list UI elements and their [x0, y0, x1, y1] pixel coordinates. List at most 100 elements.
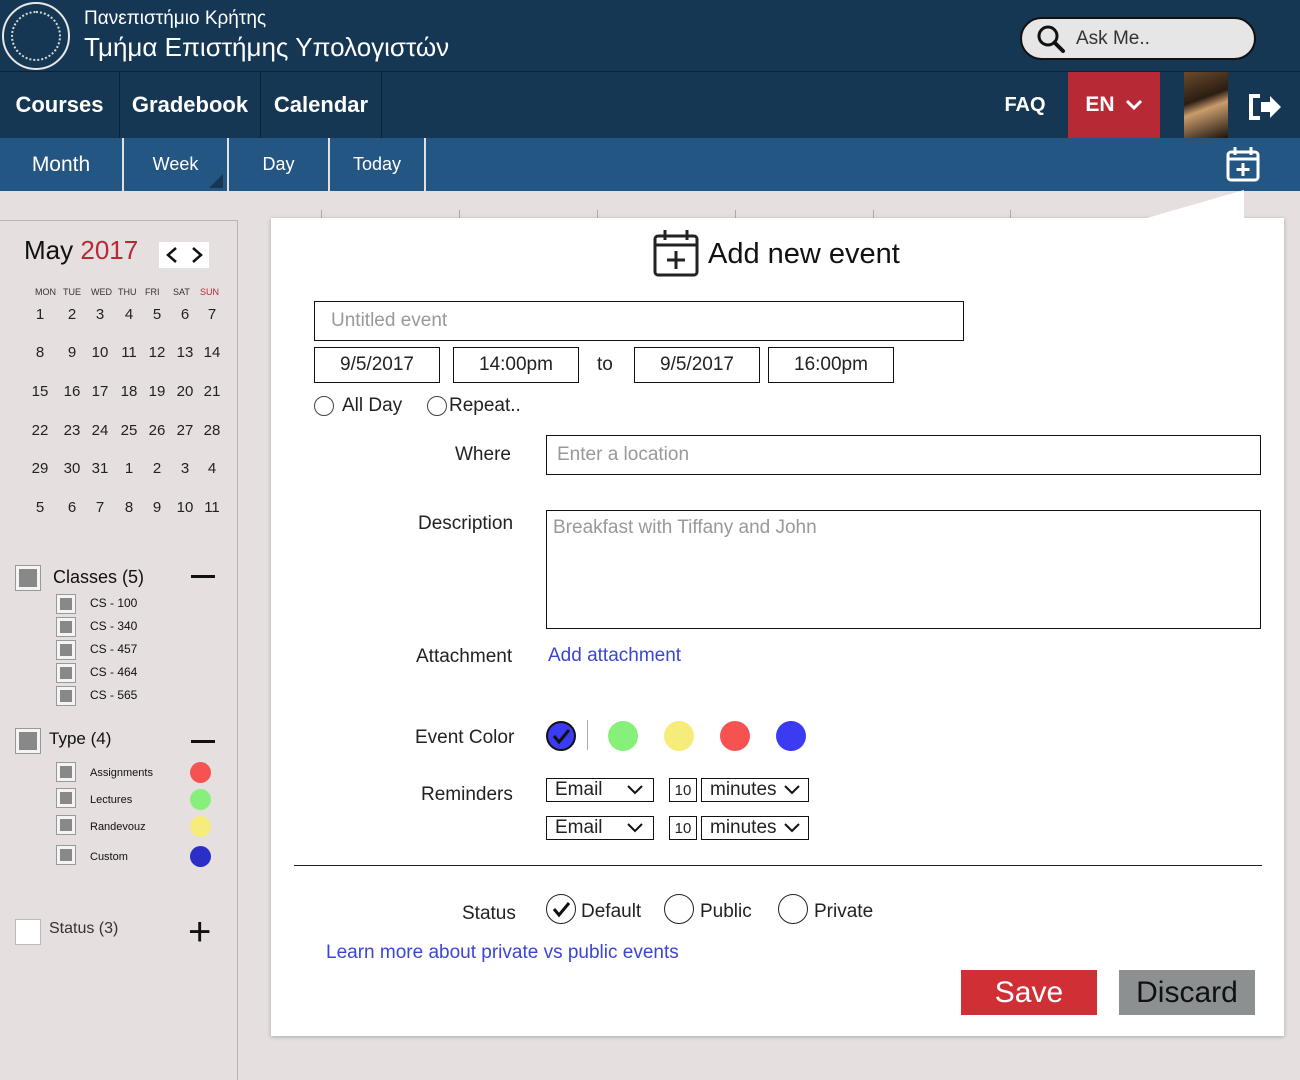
mini-calendar-day[interactable]: 27	[173, 422, 197, 439]
status-default-radio[interactable]	[546, 894, 576, 924]
mini-calendar-day[interactable]: 8	[117, 499, 141, 516]
university-logo[interactable]	[2, 2, 70, 70]
class-checkbox[interactable]	[56, 663, 76, 683]
mini-calendar-day[interactable]: 17	[88, 383, 112, 400]
mini-calendar-day[interactable]: 21	[200, 383, 224, 400]
expand-status-icon[interactable]: +	[188, 912, 211, 952]
mini-calendar-day[interactable]: 16	[60, 383, 84, 400]
location-input[interactable]: Enter a location	[546, 435, 1261, 475]
mini-calendar-day[interactable]: 1	[28, 306, 52, 323]
mini-calendar-day[interactable]: 23	[60, 422, 84, 439]
mini-calendar-day[interactable]: 22	[28, 422, 52, 439]
mini-calendar-day[interactable]: 9	[145, 499, 169, 516]
mini-calendar-day[interactable]: 28	[200, 422, 224, 439]
mini-calendar-day[interactable]: 3	[173, 460, 197, 477]
end-time-input[interactable]: 16:00pm	[768, 347, 894, 383]
collapse-classes-icon[interactable]	[191, 575, 215, 578]
mini-calendar-day[interactable]: 10	[88, 344, 112, 361]
status-private-radio[interactable]	[778, 894, 808, 924]
learn-more-link[interactable]: Learn more about private vs public event…	[326, 942, 679, 964]
mini-calendar-day[interactable]: 5	[28, 499, 52, 516]
save-button[interactable]: Save	[961, 970, 1097, 1015]
mini-calendar-day[interactable]: 15	[28, 383, 52, 400]
event-title-input[interactable]: Untitled event	[314, 301, 964, 341]
reminder-method-select[interactable]: Email	[546, 816, 654, 840]
mini-calendar-day[interactable]: 12	[145, 344, 169, 361]
type-checkbox[interactable]	[15, 728, 41, 754]
reminder-amount-input[interactable]: 10	[669, 778, 697, 802]
mini-calendar-day[interactable]: 11	[117, 344, 141, 361]
language-selector[interactable]: EN	[1068, 72, 1160, 138]
class-checkbox[interactable]	[56, 617, 76, 637]
mini-calendar-day[interactable]: 9	[60, 344, 84, 361]
event-color-blue-selected[interactable]	[546, 721, 576, 751]
mini-calendar-day[interactable]: 14	[200, 344, 224, 361]
start-time-input[interactable]: 14:00pm	[453, 347, 579, 383]
start-date-input[interactable]: 9/5/2017	[314, 347, 440, 383]
mini-calendar-day[interactable]: 2	[60, 306, 84, 323]
mini-calendar-day[interactable]: 10	[173, 499, 197, 516]
mini-calendar-day[interactable]: 11	[200, 499, 224, 516]
mini-calendar-day[interactable]: 30	[60, 460, 84, 477]
nav-courses[interactable]: Courses	[0, 72, 120, 138]
class-checkbox[interactable]	[56, 594, 76, 614]
search-input[interactable]	[1076, 27, 1236, 50]
all-day-radio[interactable]	[314, 396, 334, 416]
mini-calendar-day[interactable]: 6	[173, 306, 197, 323]
tab-day[interactable]: Day	[229, 138, 330, 191]
logout-icon[interactable]	[1248, 94, 1282, 120]
event-color-yellow[interactable]	[664, 721, 694, 751]
type-item-checkbox[interactable]	[56, 815, 76, 835]
class-checkbox[interactable]	[56, 686, 76, 706]
mini-calendar-day[interactable]: 7	[200, 306, 224, 323]
nav-gradebook[interactable]: Gradebook	[120, 72, 261, 138]
tab-month[interactable]: Month	[0, 138, 124, 191]
mini-calendar-day[interactable]: 31	[88, 460, 112, 477]
mini-calendar-day[interactable]: 4	[117, 306, 141, 323]
reminder-amount-input[interactable]: 10	[669, 816, 697, 840]
mini-calendar-day[interactable]: 6	[60, 499, 84, 516]
nav-calendar[interactable]: Calendar	[261, 72, 382, 138]
reminder-unit-select[interactable]: minutes	[701, 816, 809, 840]
search-bar[interactable]	[1020, 17, 1256, 60]
avatar[interactable]	[1184, 72, 1228, 138]
status-public-radio[interactable]	[664, 894, 694, 924]
mini-calendar-day[interactable]: 18	[117, 383, 141, 400]
mini-calendar-day[interactable]: 4	[200, 460, 224, 477]
event-color-green[interactable]	[608, 721, 638, 751]
mini-calendar-day[interactable]: 13	[173, 344, 197, 361]
mini-calendar-day[interactable]: 19	[145, 383, 169, 400]
mini-calendar-day[interactable]: 20	[173, 383, 197, 400]
mini-calendar-day[interactable]: 1	[117, 460, 141, 477]
chevron-right-icon[interactable]	[190, 246, 204, 264]
discard-button[interactable]: Discard	[1119, 970, 1255, 1015]
collapse-type-icon[interactable]	[191, 740, 215, 743]
description-textarea[interactable]: Breakfast with Tiffany and John	[546, 510, 1261, 629]
mini-calendar-day[interactable]: 25	[117, 422, 141, 439]
type-item-checkbox[interactable]	[56, 762, 76, 782]
repeat-radio[interactable]	[427, 396, 447, 416]
reminder-unit-select[interactable]: minutes	[701, 778, 809, 802]
event-color-red[interactable]	[720, 721, 750, 751]
mini-calendar-day[interactable]: 7	[88, 499, 112, 516]
add-attachment-link[interactable]: Add attachment	[548, 645, 681, 667]
status-checkbox[interactable]	[15, 919, 41, 945]
type-item-checkbox[interactable]	[56, 788, 76, 808]
reminder-method-select[interactable]: Email	[546, 778, 654, 802]
end-date-input[interactable]: 9/5/2017	[634, 347, 760, 383]
mini-calendar-day[interactable]: 3	[88, 306, 112, 323]
classes-checkbox[interactable]	[15, 565, 41, 591]
mini-calendar-day[interactable]: 2	[145, 460, 169, 477]
mini-calendar-day[interactable]: 26	[145, 422, 169, 439]
mini-calendar-day[interactable]: 29	[28, 460, 52, 477]
add-event-icon[interactable]	[1226, 146, 1260, 182]
type-item-checkbox[interactable]	[56, 845, 76, 865]
tab-today[interactable]: Today	[330, 138, 426, 191]
mini-calendar-day[interactable]: 5	[145, 306, 169, 323]
class-checkbox[interactable]	[56, 640, 76, 660]
chevron-left-icon[interactable]	[165, 246, 179, 264]
mini-calendar-day[interactable]: 24	[88, 422, 112, 439]
nav-faq[interactable]: FAQ	[990, 72, 1060, 138]
mini-calendar-day[interactable]: 8	[28, 344, 52, 361]
event-color-blue[interactable]	[776, 721, 806, 751]
